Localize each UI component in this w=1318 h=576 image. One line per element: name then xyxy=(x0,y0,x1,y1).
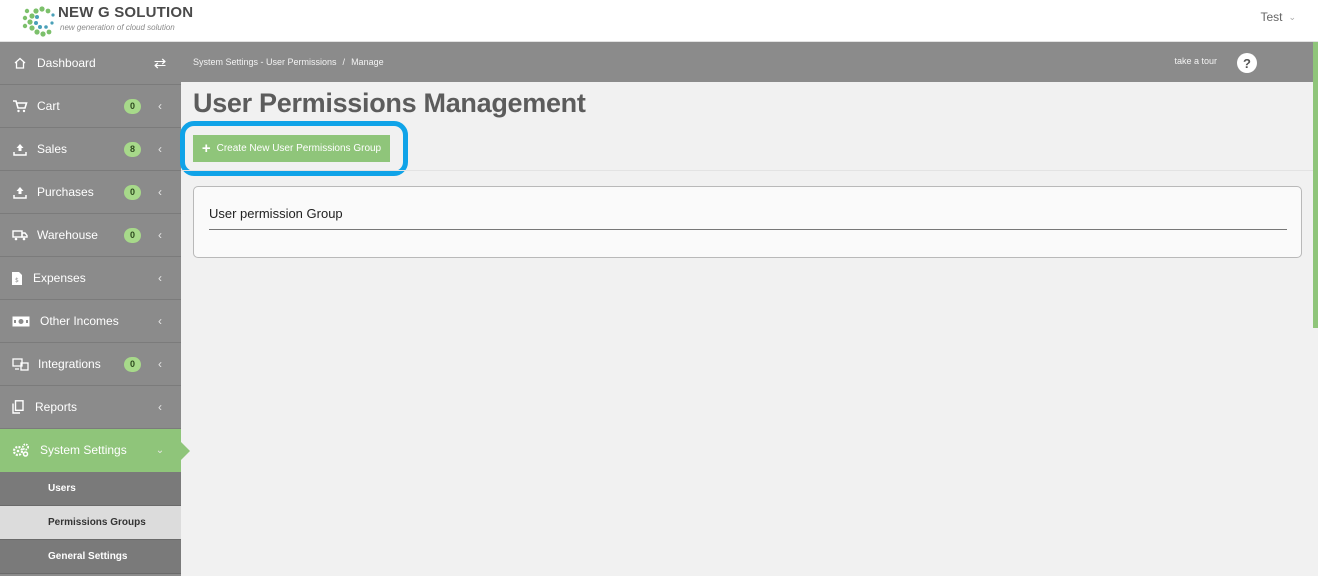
breadcrumb-parent-link[interactable]: System Settings - User Permissions xyxy=(193,57,337,67)
chevron-left-icon: ‹ xyxy=(158,271,162,285)
brand-logo[interactable]: NEW G SOLUTION new generation of cloud s… xyxy=(22,1,193,39)
document-icon: $ xyxy=(11,270,23,286)
content-divider xyxy=(181,170,1313,171)
sidebar-item-cart[interactable]: Cart 0 ‹ xyxy=(0,85,181,128)
chevron-left-icon: ‹ xyxy=(158,99,162,113)
sidebar-item-reports[interactable]: Reports ‹ xyxy=(0,386,181,429)
cart-icon xyxy=(11,98,29,114)
sidebar-item-label: Warehouse xyxy=(37,228,98,242)
page-title: User Permissions Management xyxy=(193,88,586,118)
chevron-down-icon: ⌄ xyxy=(155,444,165,456)
sidebar-item-label: Sales xyxy=(37,142,68,156)
sidebar-item-label: Purchases xyxy=(37,185,94,199)
plus-icon: + xyxy=(201,140,211,157)
home-icon xyxy=(11,55,29,71)
sidebar-subitem-users[interactable]: Users xyxy=(0,472,181,506)
panel-title: User permission Group xyxy=(209,206,343,221)
sidebar: Dashboard ⇄ Cart 0 ‹ Sales 8 ‹ Purchases… xyxy=(0,42,190,576)
create-permissions-group-button[interactable]: + Create New User Permissions Group xyxy=(193,135,390,162)
user-name: Test xyxy=(1260,10,1283,24)
gears-icon xyxy=(11,442,31,458)
panel-divider xyxy=(209,229,1287,230)
sidebar-item-label: Dashboard xyxy=(37,56,96,70)
count-badge: 8 xyxy=(124,141,141,157)
chevron-left-icon: ‹ xyxy=(158,228,162,242)
upload-icon xyxy=(11,141,29,157)
permission-group-panel: User permission Group xyxy=(193,186,1302,258)
create-button-label: Create New User Permissions Group xyxy=(216,143,382,154)
sidebar-item-sales[interactable]: Sales 8 ‹ xyxy=(0,128,181,171)
sidebar-item-label: Other Incomes xyxy=(40,314,119,328)
brand-name: NEW G SOLUTION xyxy=(58,4,194,21)
count-badge: 0 xyxy=(124,227,141,243)
sidebar-item-system-settings[interactable]: System Settings ⌄ xyxy=(0,429,190,472)
sidebar-item-label: Integrations xyxy=(38,357,101,371)
sidebar-subitem-label: Users xyxy=(48,483,76,494)
count-badge: 0 xyxy=(124,98,141,114)
swap-icon[interactable]: ⇄ xyxy=(153,54,167,72)
sidebar-item-warehouse[interactable]: Warehouse 0 ‹ xyxy=(0,214,181,257)
chevron-down-icon: ⌄ xyxy=(1288,11,1296,22)
sidebar-item-label: Cart xyxy=(37,99,60,113)
brand-tagline: new generation of cloud solution xyxy=(60,23,175,32)
integration-icon xyxy=(11,356,30,372)
copy-icon xyxy=(11,399,25,415)
scrollbar[interactable] xyxy=(1313,42,1318,328)
breadcrumb: System Settings - User Permissions / Man… xyxy=(181,42,1313,82)
sidebar-item-integrations[interactable]: Integrations 0 ‹ xyxy=(0,343,181,386)
take-tour-link[interactable]: take a tour xyxy=(1174,56,1217,66)
count-badge: 0 xyxy=(124,184,141,200)
chevron-left-icon: ‹ xyxy=(158,357,162,371)
sidebar-item-dashboard[interactable]: Dashboard ⇄ xyxy=(0,42,181,85)
sidebar-item-other-incomes[interactable]: Other Incomes ‹ xyxy=(0,300,181,343)
sidebar-subitem-label: Permissions Groups xyxy=(48,517,146,528)
sidebar-item-label: Expenses xyxy=(33,271,86,285)
upload-icon xyxy=(11,184,29,200)
sidebar-subitem-permissions-groups[interactable]: Permissions Groups xyxy=(0,506,181,540)
logo-mark-icon xyxy=(22,6,55,37)
top-header: NEW G SOLUTION new generation of cloud s… xyxy=(0,0,1318,42)
sidebar-item-expenses[interactable]: $ Expenses ‹ xyxy=(0,257,181,300)
sidebar-item-purchases[interactable]: Purchases 0 ‹ xyxy=(0,171,181,214)
sidebar-subitem-label: General Settings xyxy=(48,551,128,562)
sidebar-item-label: Reports xyxy=(35,400,78,414)
chevron-left-icon: ‹ xyxy=(158,185,162,199)
money-icon xyxy=(11,313,31,329)
svg-text:$: $ xyxy=(15,277,19,284)
chevron-left-icon: ‹ xyxy=(158,314,162,328)
truck-icon xyxy=(11,227,29,243)
user-menu[interactable]: Test ⌄ xyxy=(1260,10,1296,24)
chevron-left-icon: ‹ xyxy=(158,400,162,414)
count-badge: 0 xyxy=(124,356,141,372)
help-icon[interactable]: ? xyxy=(1237,53,1257,73)
sidebar-item-label: System Settings xyxy=(40,443,127,457)
sidebar-subitem-general-settings[interactable]: General Settings xyxy=(0,540,181,574)
chevron-left-icon: ‹ xyxy=(158,142,162,156)
breadcrumb-current: Manage xyxy=(351,57,384,67)
breadcrumb-separator: / xyxy=(342,57,346,67)
